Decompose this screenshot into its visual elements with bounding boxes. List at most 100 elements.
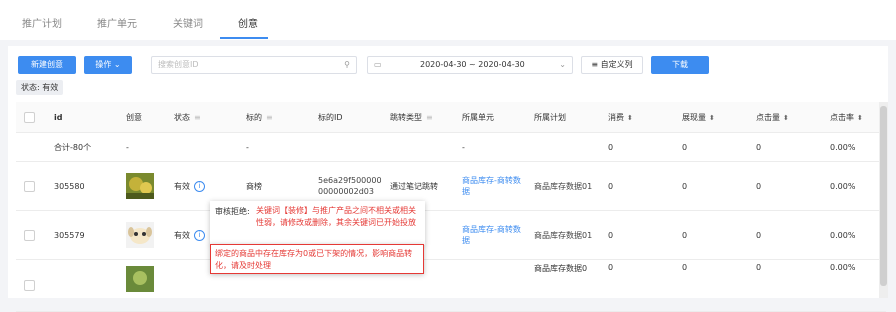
col-ctr[interactable]: 点击率 ⬍ xyxy=(822,102,886,133)
creative-thumbnail[interactable] xyxy=(126,265,154,292)
creative-thumbnail[interactable] xyxy=(126,222,154,248)
chevron-down-icon: ⌄ xyxy=(113,60,121,69)
table-header: id 创意 状态 ≡ 标的 ≡ 标的ID 跳转类型 ≡ 所属单元 所属计划 消费 ⬍ 展… xyxy=(16,102,886,133)
ctr-value: 0.00% xyxy=(822,210,886,260)
total-clicks: 0 xyxy=(748,132,822,162)
total-spend: 0 xyxy=(600,132,674,162)
scrollbar-thumb[interactable] xyxy=(880,106,887,286)
impressions-value: 0 xyxy=(674,161,748,211)
info-icon[interactable]: i xyxy=(194,180,205,192)
tab-keyword[interactable]: 关键词 xyxy=(173,15,203,30)
col-clicks[interactable]: 点击量 ⬍ xyxy=(748,102,822,133)
creative-id xyxy=(46,259,118,312)
clicks-value: 0 xyxy=(748,210,822,260)
clicks-value: 0 xyxy=(748,259,822,312)
col-status: 状态 ≡ xyxy=(166,102,238,133)
col-id: id xyxy=(46,102,118,133)
ctr-value: 0.00% xyxy=(822,161,886,211)
col-jump-type: 跳转类型 ≡ xyxy=(382,102,454,133)
ctr-value: 0.00% xyxy=(822,259,886,312)
status-filter-tag[interactable]: 状态: 有效 xyxy=(16,80,64,95)
col-jump-type-label: 跳转类型 xyxy=(390,112,422,122)
unit-link[interactable]: 商品库存-商转数据 xyxy=(454,210,526,260)
table-row: 305579 有效i 记跳转 商品库存-商转数据 商品库存数据01 0 0 0 … xyxy=(16,210,886,260)
creative-table: id 创意 状态 ≡ 标的 ≡ 标的ID 跳转类型 ≡ 所属单元 所属计划 消费 ⬍ 展… xyxy=(16,102,886,312)
tooltip-reject-reason: 关键词【装修】与推广产品之间不相关或相关性弱，请修改或删除，其余关键词已开始投放 xyxy=(256,206,416,227)
search-input[interactable]: 搜索创意ID ⚲ xyxy=(151,56,357,74)
total-creative: - xyxy=(118,132,166,162)
chevron-down-icon: ⌄ xyxy=(559,60,566,69)
tab-bar: 推广计划 推广单元 关键词 创意 xyxy=(0,0,896,40)
operation-label: 操作 xyxy=(95,60,112,69)
total-unit: - xyxy=(454,132,526,162)
tab-campaign[interactable]: 推广计划 xyxy=(22,15,62,30)
plan-name: 商品库存数据01 xyxy=(526,161,600,211)
col-impressions[interactable]: 展现量 ⬍ xyxy=(674,102,748,133)
unit-link[interactable] xyxy=(454,259,526,312)
tab-unit[interactable]: 推广单元 xyxy=(97,15,137,30)
custom-columns-label: 自定义列 xyxy=(600,60,633,69)
table-row: 305580 有效 i 商榜 5e6a29f50000000000002d03 通… xyxy=(16,161,886,211)
row-checkbox[interactable] xyxy=(24,280,35,291)
sort-icon[interactable]: ⬍ xyxy=(627,114,633,122)
plan-name: 商品库存数据0 xyxy=(526,259,600,312)
filter-icon[interactable]: ≡ xyxy=(194,113,201,122)
select-all-checkbox[interactable] xyxy=(24,111,35,123)
active-tab-indicator xyxy=(220,37,268,39)
sort-icon[interactable]: ⬍ xyxy=(857,114,863,122)
plan-name: 商品库存数据01 xyxy=(526,210,600,260)
col-creative: 创意 xyxy=(118,102,166,133)
table-row: 5e6b5458b0 商品库存数据0 0 0 0 0.00% xyxy=(16,259,886,312)
impressions-value: 0 xyxy=(674,210,748,260)
info-icon[interactable]: i xyxy=(194,229,205,241)
col-ctr-label: 点击率 xyxy=(830,112,854,122)
tooltip-inventory-warning: 绑定的商品中存在库存为0或已下架的情况，影响商品转化，请及时处理 xyxy=(215,249,413,270)
total-target: - xyxy=(238,132,310,162)
impressions-value: 0 xyxy=(674,259,748,312)
row-checkbox[interactable] xyxy=(24,229,35,241)
spend-value: 0 xyxy=(600,161,674,211)
operation-dropdown[interactable]: 操作 ⌄ xyxy=(84,56,132,74)
vertical-scrollbar[interactable] xyxy=(879,102,888,298)
spend-value: 0 xyxy=(600,210,674,260)
col-impressions-label: 展现量 xyxy=(682,112,706,122)
col-clicks-label: 点击量 xyxy=(756,112,780,122)
status-text: 有效 xyxy=(174,181,190,191)
col-target: 标的 ≡ xyxy=(238,102,310,133)
list-icon: ≡ xyxy=(591,60,599,69)
sort-icon[interactable]: ⬍ xyxy=(783,114,789,122)
col-status-label: 状态 xyxy=(174,112,190,122)
search-icon: ⚲ xyxy=(344,60,350,69)
creative-id: 305580 xyxy=(46,161,118,211)
unit-link[interactable]: 商品库存-商转数据 xyxy=(454,161,526,211)
calendar-icon: ▭ xyxy=(374,60,382,69)
tab-creative[interactable]: 创意 xyxy=(238,15,258,30)
date-range-picker[interactable]: ▭ 2020-04-30 ~ 2020-04-30 ⌄ xyxy=(367,56,573,74)
inventory-warning-tooltip: 绑定的商品中存在库存为0或已下架的情况，影响商品转化，请及时处理 xyxy=(210,244,424,274)
col-plan: 所属计划 xyxy=(526,102,600,133)
col-unit: 所属单元 xyxy=(454,102,526,133)
filter-icon[interactable]: ≡ xyxy=(426,113,433,122)
creative-thumbnail[interactable] xyxy=(126,173,154,199)
total-ctr: 0.00% xyxy=(822,132,886,162)
col-target-id: 标的ID xyxy=(310,102,382,133)
col-spend-label: 消费 xyxy=(608,112,624,122)
spend-value: 0 xyxy=(600,259,674,312)
custom-columns-button[interactable]: ≡ 自定义列 xyxy=(581,56,643,74)
clicks-value: 0 xyxy=(748,161,822,211)
search-placeholder: 搜索创意ID xyxy=(158,60,199,69)
creative-id: 305579 xyxy=(46,210,118,260)
status-text: 有效 xyxy=(174,230,190,240)
new-creative-button[interactable]: 新建创意 xyxy=(18,56,76,74)
filter-icon[interactable]: ≡ xyxy=(266,113,273,122)
row-checkbox[interactable] xyxy=(24,180,35,192)
download-button[interactable]: 下载 xyxy=(651,56,709,74)
date-range-value: 2020-04-30 ~ 2020-04-30 xyxy=(420,60,525,69)
total-row: 合计-80个 - - - 0 0 0 0.00% xyxy=(16,132,886,162)
col-target-label: 标的 xyxy=(246,112,262,122)
sort-icon[interactable]: ⬍ xyxy=(709,114,715,122)
col-spend[interactable]: 消费 ⬍ xyxy=(600,102,674,133)
total-count: 合计-80个 xyxy=(46,132,118,162)
review-rejection-tooltip: 审核拒绝: 关键词【装修】与推广产品之间不相关或相关性弱，请修改或删除，其余关键… xyxy=(210,201,425,245)
total-impressions: 0 xyxy=(674,132,748,162)
